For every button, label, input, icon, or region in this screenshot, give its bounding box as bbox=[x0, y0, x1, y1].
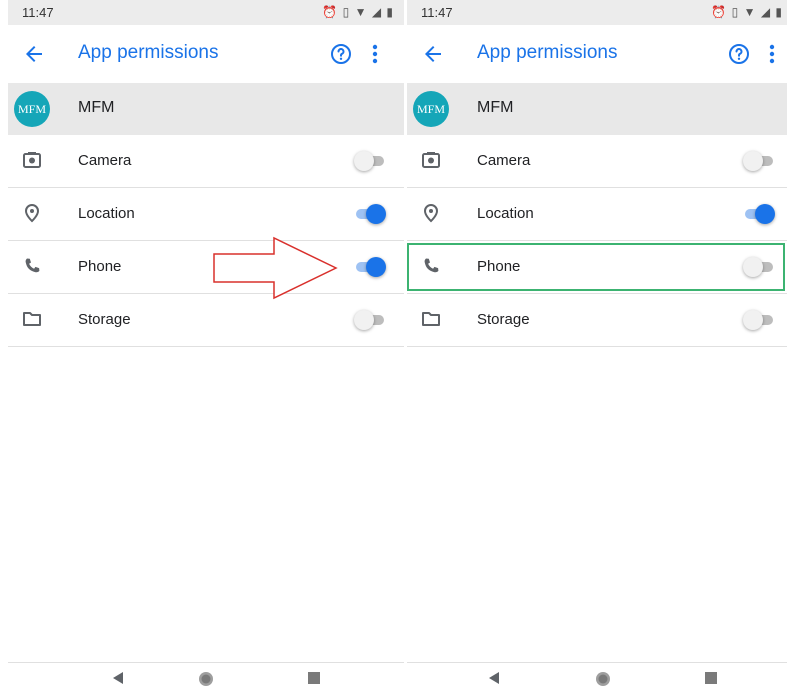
wifi-icon: ▼ bbox=[743, 5, 757, 19]
nav-recents-icon[interactable] bbox=[307, 671, 321, 685]
location-icon bbox=[423, 203, 439, 223]
permission-row-location[interactable]: Location bbox=[8, 188, 404, 241]
screen-before: 11:47 ⏰ ▯ ▼ ◢ ▮ App permissions MFM MFM bbox=[8, 0, 404, 694]
battery-icon: ▮ bbox=[775, 5, 783, 19]
annotation-highlight-box bbox=[407, 243, 785, 291]
vibrate-icon: ▯ bbox=[731, 5, 740, 19]
page-title: App permissions bbox=[78, 42, 219, 63]
nav-recents-icon[interactable] bbox=[704, 671, 718, 685]
page-title: App permissions bbox=[477, 42, 618, 63]
app-header: MFM MFM bbox=[407, 83, 787, 135]
app-bar: App permissions bbox=[407, 25, 787, 83]
app-name: MFM bbox=[477, 99, 514, 116]
permission-row-storage[interactable]: Storage bbox=[8, 294, 404, 347]
app-name: MFM bbox=[78, 99, 115, 116]
folder-icon bbox=[23, 312, 41, 326]
wifi-icon: ▼ bbox=[354, 5, 368, 19]
permission-row-storage[interactable]: Storage bbox=[407, 294, 787, 347]
permission-label: Storage bbox=[78, 311, 131, 328]
folder-icon bbox=[422, 312, 440, 326]
location-icon bbox=[24, 203, 40, 223]
alarm-icon: ⏰ bbox=[322, 5, 339, 19]
camera-icon bbox=[23, 152, 41, 168]
permission-label: Location bbox=[78, 205, 135, 222]
camera-toggle[interactable] bbox=[743, 150, 777, 172]
battery-icon: ▮ bbox=[386, 5, 394, 19]
signal-icon: ◢ bbox=[760, 5, 772, 19]
more-options-icon[interactable] bbox=[765, 42, 779, 66]
signal-icon: ◢ bbox=[371, 5, 383, 19]
system-nav-bar bbox=[407, 662, 787, 694]
help-icon[interactable] bbox=[329, 42, 353, 66]
permission-list: Camera Location Phone Storage bbox=[407, 135, 787, 347]
status-time: 11:47 bbox=[421, 5, 453, 20]
camera-icon bbox=[422, 152, 440, 168]
location-toggle[interactable] bbox=[354, 203, 388, 225]
status-bar: 11:47 ⏰ ▯ ▼ ◢ ▮ bbox=[8, 0, 404, 25]
status-icons: ⏰ ▯ ▼ ◢ ▮ bbox=[711, 5, 783, 19]
nav-home-icon[interactable] bbox=[595, 671, 611, 687]
camera-toggle[interactable] bbox=[354, 150, 388, 172]
permission-label: Phone bbox=[78, 258, 122, 275]
more-options-icon[interactable] bbox=[368, 42, 382, 66]
permission-row-camera[interactable]: Camera bbox=[8, 135, 404, 188]
storage-toggle[interactable] bbox=[743, 309, 777, 331]
permission-label: Storage bbox=[477, 311, 530, 328]
nav-back-icon[interactable] bbox=[112, 671, 124, 685]
nav-home-icon[interactable] bbox=[198, 671, 214, 687]
status-icons: ⏰ ▯ ▼ ◢ ▮ bbox=[322, 5, 394, 19]
location-toggle[interactable] bbox=[743, 203, 777, 225]
permission-label: Camera bbox=[477, 152, 531, 169]
app-header: MFM MFM bbox=[8, 83, 404, 135]
app-bar: App permissions bbox=[8, 25, 404, 83]
nav-back-icon[interactable] bbox=[488, 671, 500, 685]
status-time: 11:47 bbox=[22, 5, 54, 20]
app-avatar: MFM bbox=[14, 91, 50, 127]
permission-label: Location bbox=[477, 205, 534, 222]
permission-label: Camera bbox=[78, 152, 132, 169]
vibrate-icon: ▯ bbox=[342, 5, 351, 19]
permission-list: Camera Location Phone Storage bbox=[8, 135, 404, 347]
annotation-arrow bbox=[213, 236, 338, 300]
phone-icon bbox=[25, 258, 40, 273]
screen-after: 11:47 ⏰ ▯ ▼ ◢ ▮ App permissions MFM MFM bbox=[407, 0, 787, 694]
status-bar: 11:47 ⏰ ▯ ▼ ◢ ▮ bbox=[407, 0, 787, 25]
alarm-icon: ⏰ bbox=[711, 5, 728, 19]
system-nav-bar bbox=[8, 662, 404, 694]
permission-row-location[interactable]: Location bbox=[407, 188, 787, 241]
back-arrow-icon[interactable] bbox=[421, 42, 445, 66]
app-avatar: MFM bbox=[413, 91, 449, 127]
permission-row-camera[interactable]: Camera bbox=[407, 135, 787, 188]
storage-toggle[interactable] bbox=[354, 309, 388, 331]
permission-row-phone[interactable]: Phone bbox=[8, 241, 404, 294]
back-arrow-icon[interactable] bbox=[22, 42, 46, 66]
help-icon[interactable] bbox=[727, 42, 751, 66]
phone-toggle[interactable] bbox=[354, 256, 388, 278]
